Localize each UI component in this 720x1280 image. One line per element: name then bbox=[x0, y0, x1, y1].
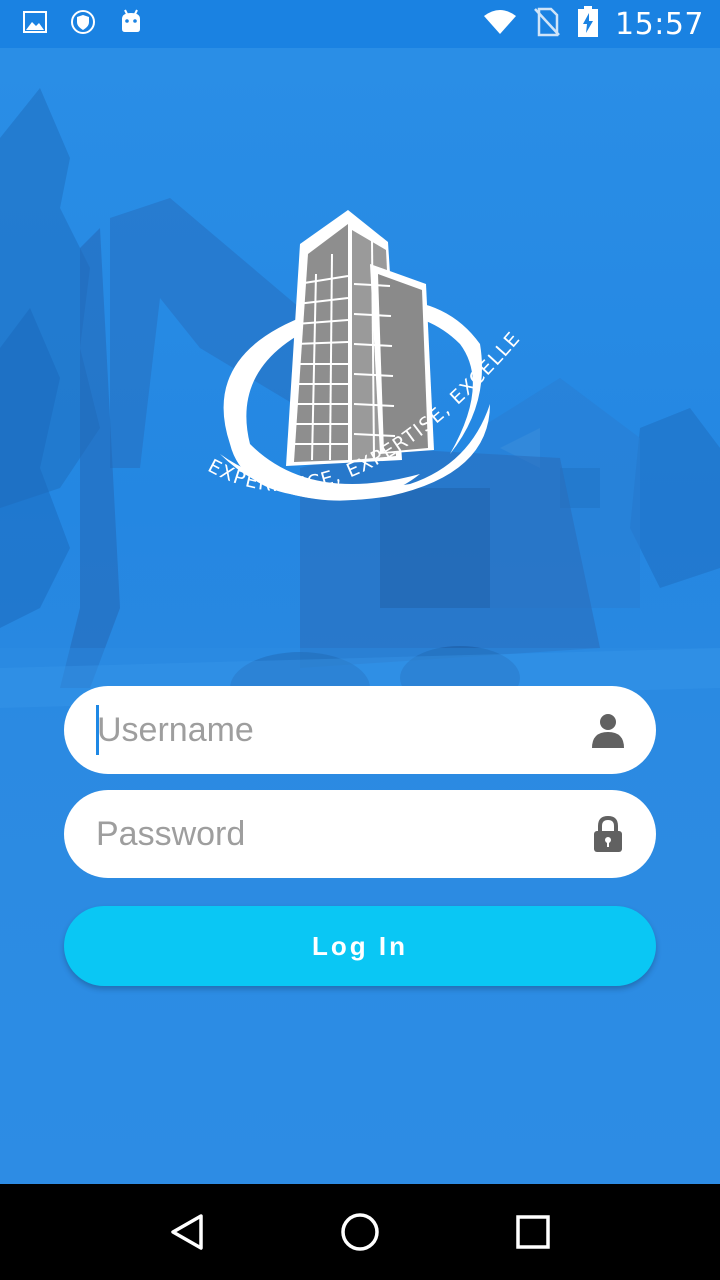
status-time: 15:57 bbox=[615, 6, 704, 42]
home-icon[interactable] bbox=[330, 1202, 390, 1262]
recents-icon[interactable] bbox=[503, 1202, 563, 1262]
android-icon bbox=[118, 9, 144, 40]
wifi-icon bbox=[483, 8, 517, 41]
battery-charging-icon bbox=[577, 5, 599, 43]
status-system: 15:57 bbox=[483, 5, 704, 43]
lock-icon bbox=[588, 814, 628, 854]
status-bar: 15:57 bbox=[0, 0, 720, 48]
company-logo: EXPERIENCE, EXPERTISE, EXCELLENCE bbox=[190, 204, 524, 501]
back-icon[interactable] bbox=[157, 1202, 217, 1262]
username-input[interactable] bbox=[97, 700, 588, 760]
username-field[interactable] bbox=[64, 686, 656, 774]
navigation-bar bbox=[0, 1184, 720, 1280]
login-button[interactable]: Log In bbox=[64, 906, 656, 986]
shield-icon bbox=[70, 9, 96, 40]
person-icon bbox=[588, 710, 628, 750]
password-input[interactable] bbox=[96, 804, 588, 864]
password-field[interactable] bbox=[64, 790, 656, 878]
no-sim-icon bbox=[533, 7, 561, 42]
status-notifications bbox=[22, 9, 144, 40]
login-screen: EXPERIENCE, EXPERTISE, EXCELLENCE Log In bbox=[0, 48, 720, 1184]
image-icon bbox=[22, 9, 48, 40]
